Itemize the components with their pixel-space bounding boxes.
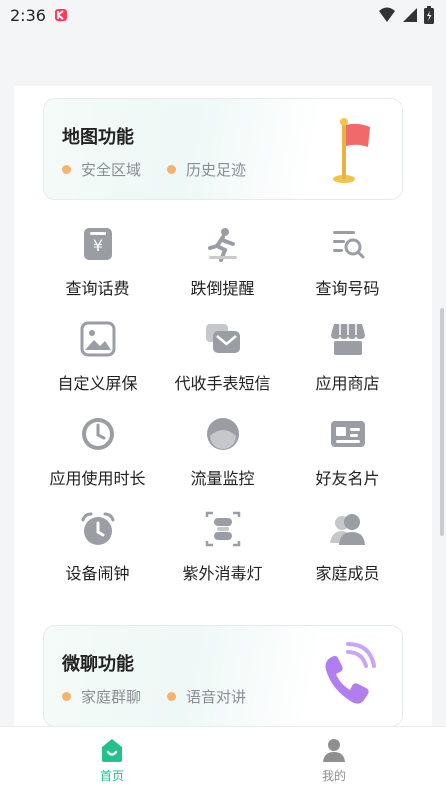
grid-label: 设备闹钟 <box>65 564 130 583</box>
grid-item-custom-screensaver[interactable]: 自定义屏保 <box>28 311 167 406</box>
grid-item-bill-query[interactable]: ¥ 查询话费 <box>28 216 167 311</box>
nav-item-profile[interactable]: 我的 <box>294 737 374 784</box>
nav-label: 首页 <box>99 769 124 783</box>
message-icon <box>205 324 240 353</box>
status-bar: 2:36 <box>0 0 446 34</box>
grid-item-number-query[interactable]: 查询号码 <box>278 216 417 311</box>
grid-label: 自定义屏保 <box>57 374 138 393</box>
grid-item-device-alarm[interactable]: 设备闹钟 <box>28 501 167 596</box>
search-list-icon <box>332 231 364 259</box>
tag-dot <box>167 165 177 174</box>
chat-feature-card[interactable]: 微聊功能 家庭群聊 语音对讲 <box>43 625 403 726</box>
grid-label: 应用使用时长 <box>49 469 146 488</box>
tag-label: 安全区域 <box>81 161 142 179</box>
svg-text:¥: ¥ <box>92 236 102 255</box>
scrollbar[interactable] <box>440 308 444 536</box>
tag-dot <box>62 692 71 701</box>
phone-call-icon <box>325 642 376 704</box>
tag-history-track[interactable]: 历史足迹 <box>167 159 246 180</box>
grid-label: 应用商店 <box>315 374 380 393</box>
image-icon <box>80 321 115 357</box>
grid-item-app-usage-time[interactable]: 应用使用时长 <box>28 406 167 501</box>
grid-label: 好友名片 <box>315 469 380 488</box>
grid-label: 查询话费 <box>65 279 130 298</box>
wifi-icon <box>379 7 395 22</box>
tag-label: 家庭群聊 <box>81 688 142 706</box>
flag-icon <box>333 118 370 183</box>
grid-item-app-store[interactable]: 应用商店 <box>278 311 417 406</box>
status-time: 2:36 <box>10 6 46 25</box>
grid-label: 代收手表短信 <box>174 374 271 393</box>
contact-card-icon <box>330 421 365 447</box>
grid-item-data-monitor[interactable]: 流量监控 <box>153 406 292 501</box>
grid-label: 查询号码 <box>315 279 380 298</box>
grid-item-uv-lamp[interactable]: 紫外消毒灯 <box>153 501 292 596</box>
battery-icon <box>424 6 434 24</box>
signal-icon <box>403 8 417 22</box>
grid-label: 紫外消毒灯 <box>182 564 263 583</box>
home-icon <box>102 739 122 762</box>
tag-safe-zone[interactable]: 安全区域 <box>62 159 141 180</box>
tag-voice-intercom[interactable]: 语音对讲 <box>167 686 246 707</box>
card-tags: 家庭群聊 语音对讲 <box>62 686 272 707</box>
app-screen: 2:36 地图功能 安全区域 历史足迹 ¥ 查询话费 跌倒提醒 查询号码 自定义… <box>0 0 446 793</box>
grid-item-family-members[interactable]: 家庭成员 <box>278 501 417 596</box>
grid-label: 流量监控 <box>190 469 255 488</box>
tag-dot <box>62 165 71 174</box>
app-notification-icon <box>55 9 67 21</box>
tag-family-group-chat[interactable]: 家庭群聊 <box>62 686 141 707</box>
nav-label: 我的 <box>321 769 346 783</box>
card-title: 地图功能 <box>62 127 134 148</box>
fall-person-icon <box>207 228 237 262</box>
bill-icon: ¥ <box>83 228 112 260</box>
grid-item-watch-sms[interactable]: 代收手表短信 <box>153 311 292 406</box>
family-members-icon <box>329 514 365 545</box>
grid-label: 跌倒提醒 <box>190 279 255 298</box>
card-tags: 安全区域 历史足迹 <box>62 159 272 180</box>
grid-item-fall-alert[interactable]: 跌倒提醒 <box>153 216 292 311</box>
card-title: 微聊功能 <box>62 654 134 675</box>
uv-lamp-icon <box>205 511 240 547</box>
bottom-nav: 首页 我的 <box>0 726 446 793</box>
map-feature-card[interactable]: 地图功能 安全区域 历史足迹 <box>43 98 403 200</box>
tag-label: 语音对讲 <box>186 688 247 706</box>
status-icons <box>378 6 434 24</box>
data-gauge-icon <box>206 418 239 450</box>
tag-label: 历史足迹 <box>186 161 247 179</box>
clock-icon <box>81 418 114 450</box>
alarm-clock-icon <box>81 512 114 545</box>
content-panel: 地图功能 安全区域 历史足迹 ¥ 查询话费 跌倒提醒 查询号码 自定义屏保 代收… <box>14 86 432 726</box>
tag-dot <box>167 692 177 701</box>
store-icon <box>330 324 365 355</box>
grid-item-friend-card[interactable]: 好友名片 <box>278 406 417 501</box>
nav-item-home[interactable]: 首页 <box>72 737 152 784</box>
profile-icon <box>323 739 345 762</box>
grid-label: 家庭成员 <box>315 564 380 583</box>
